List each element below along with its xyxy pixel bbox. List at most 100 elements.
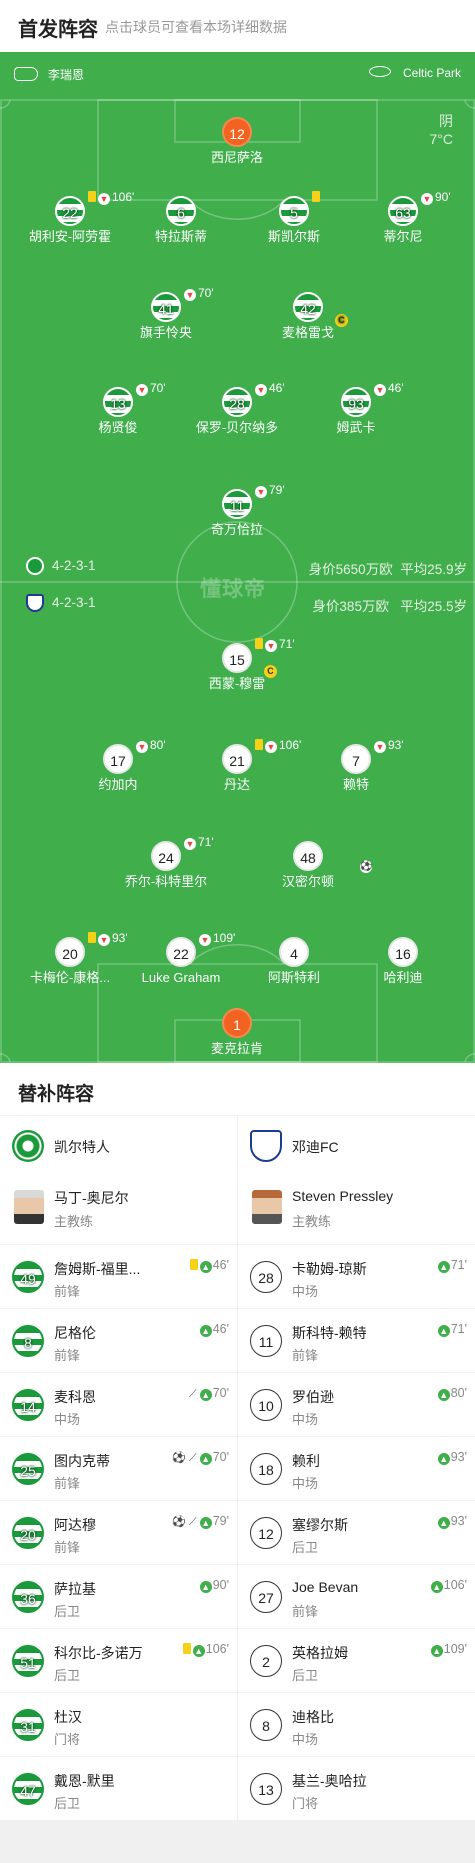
jersey-number: 22 [55,196,85,226]
player-name: 阿斯特利 [267,970,320,985]
sub-player-name: 卡勒姆-琼斯 [292,1261,367,1277]
sub-out-minute: 70' [198,286,214,300]
sub-out-icon: ▼ [255,486,267,498]
goal-ball-icon: ⚽ [360,861,373,873]
player-name: 赖特 [342,777,369,792]
player-events: ▼ 109' [199,931,235,946]
sub-out-icon: ▼ [199,934,211,946]
sub-player-row[interactable]: 18 赖利 中场 ▲ 93' [238,1436,475,1500]
jersey-number: 28 [250,1261,282,1293]
venue-info: Celtic Park [368,66,461,80]
player-name: 麦克拉肯 [210,1041,263,1056]
sub-player-position: 中场 [292,1476,319,1491]
home-player[interactable]: 22 ▼ 106' 胡利安-阿劳霍 [10,190,134,245]
jersey-number: 6 [166,196,196,226]
sub-out-minute: 93' [388,738,404,752]
sub-player-row[interactable]: 10 罗伯逊 中场 ▲ 80' [238,1372,475,1436]
sub-player-row[interactable]: 2 英格拉姆 后卫 ▲ 109' [238,1628,475,1692]
home-formation: 4-2-3-1 [52,558,96,573]
away-coach-row[interactable]: Steven Pressley 主教练 [238,1176,475,1244]
sub-player-events: ▲ 109' [430,1642,467,1657]
sub-player-row[interactable]: 25 图内克蒂 前锋 ⚽ ⟋ ▲ 70' [0,1436,237,1500]
weather-info: 阴 7°C [430,112,454,148]
away-player[interactable]: 1 麦克拉肯 [177,1008,297,1057]
jersey-number: 7 [341,744,371,774]
home-player[interactable]: 63 ▼ 90' 蒂尔尼 [343,190,463,245]
venue-name: Celtic Park [402,66,461,80]
assist-boot-icon: ⟋ [189,1388,197,1400]
sub-in-icon: ▲ [437,1453,450,1465]
sub-player-row[interactable]: 20 阿达穆 前锋 ⚽ ⟋ ▲ 79' [0,1500,237,1564]
sub-player-row[interactable]: 51 科尔比-多诺万 后卫 ▲ 106' [0,1628,237,1692]
home-player[interactable]: 42 C 麦格雷戈 [248,292,368,341]
dundee-logo-icon [250,1130,282,1162]
home-team-row[interactable]: 凯尔特人 [0,1116,237,1176]
sub-player-events: ▲ 106' [430,1578,467,1593]
player-events: ▼ 46' [255,381,285,396]
away-team-row[interactable]: 邓迪FC [238,1116,475,1176]
sub-player-position: 门将 [292,1796,319,1811]
home-player[interactable]: 93 ▼ 46' 姆武卡 [296,381,416,436]
sub-player-position: 中场 [292,1732,319,1747]
home-sub-list: 49 詹姆斯-福里... 前锋 ▲ 46' 8 尼格伦 前锋 ▲ 46' 14 麦科恩 中场 ⟋ ▲ 70' 2… [0,1244,237,1820]
jersey-number: 21 [222,744,252,774]
home-player[interactable]: 28 ▼ 46' 保罗-贝尔纳多 [177,381,297,436]
home-player[interactable]: 5 斯凯尔斯 [234,191,354,245]
away-player[interactable]: 22 ▼ 109' Luke Graham [121,931,241,986]
sub-player-name: 赖利 [292,1453,320,1469]
sub-in-minute: 90' [212,1578,229,1592]
jersey-number: 36 [12,1581,44,1613]
sub-player-events: ▲ 106' [182,1642,229,1657]
sub-player-row[interactable]: 31 杜汉 门将 [0,1692,237,1756]
sub-player-row[interactable]: 27 Joe Bevan 前锋 ▲ 106' [238,1564,475,1628]
sub-player-row[interactable]: 12 塞缪尔斯 后卫 ▲ 93' [238,1500,475,1564]
sub-in-minute: 93' [450,1450,467,1464]
sub-player-row[interactable]: 11 斯科特-赖特 前锋 ▲ 71' [238,1308,475,1372]
sub-in-minute: 106' [443,1578,467,1592]
home-player[interactable]: 41 ▼ 70' 旗手怜央 [106,286,226,341]
sub-player-position: 后卫 [54,1668,81,1683]
jersey-number: 12 [222,117,252,147]
sub-in-minute: 106' [205,1642,229,1656]
sub-in-icon: ▲ [199,1453,212,1465]
home-coach-row[interactable]: 马丁-奥尼尔 主教练 [0,1176,237,1244]
yellow-card-icon [255,739,263,750]
away-player[interactable]: 15 C ▼ 71' 西蒙-穆雷 [177,637,297,692]
weather-temperature: 7°C [429,131,454,147]
home-player[interactable]: 6 特拉斯蒂 [121,196,241,245]
away-player[interactable]: 7 ▼ 93' 赖特 [296,738,416,793]
sub-player-row[interactable]: 47 戴恩-默里 后卫 [0,1756,237,1820]
home-player[interactable]: 13 ▼ 70' 杨贤俊 [58,381,178,436]
sub-in-icon: ▲ [199,1325,212,1337]
sub-player-name: 斯科特-赖特 [292,1325,367,1341]
sub-in-minute: 71' [450,1258,467,1272]
sub-player-row[interactable]: 49 詹姆斯-福里... 前锋 ▲ 46' [0,1244,237,1308]
sub-in-icon: ▲ [199,1517,212,1529]
player-name: 乔尔-科特里尔 [124,874,208,889]
away-player[interactable]: 17 ▼ 80' 约加内 [58,738,178,793]
sub-player-row[interactable]: 36 萨拉基 后卫 ▲ 90' [0,1564,237,1628]
jersey-number: 22 [166,937,196,967]
sub-player-row[interactable]: 8 迪格比 中场 [238,1692,475,1756]
away-player[interactable]: 24 ▼ 71' 乔尔-科特里尔 [106,835,226,890]
sub-player-row[interactable]: 8 尼格伦 前锋 ▲ 46' [0,1308,237,1372]
jersey-number: 16 [388,937,418,967]
coach-avatar [14,1190,44,1224]
jersey-number: 47 [12,1773,44,1805]
sub-player-row[interactable]: 13 基兰-奥哈拉 门将 [238,1756,475,1820]
away-player[interactable]: 4 阿斯特利 [234,937,354,986]
sub-player-row[interactable]: 28 卡勒姆-琼斯 中场 ▲ 71' [238,1244,475,1308]
jersey-number: 20 [55,937,85,967]
away-player[interactable]: 16 哈利迪 [343,937,463,986]
player-name: 特拉斯蒂 [154,229,207,244]
away-player[interactable]: 48 ⚽ 汉密尔顿 [248,841,372,890]
home-player[interactable]: 12 西尼萨洛 [177,117,297,166]
away-player[interactable]: 21 ▼ 106' 丹达 [177,738,301,793]
sub-in-minute: 70' [212,1386,229,1400]
sub-player-row[interactable]: 14 麦科恩 中场 ⟋ ▲ 70' [0,1372,237,1436]
jersey-number: 31 [12,1709,44,1741]
home-player[interactable]: 11 ▼ 79' 奇万恰拉 [177,483,297,538]
sub-player-position: 前锋 [292,1348,319,1363]
jersey-number: 14 [12,1389,44,1421]
away-player[interactable]: 20 ▼ 93' 卡梅伦-康格... [10,931,130,986]
